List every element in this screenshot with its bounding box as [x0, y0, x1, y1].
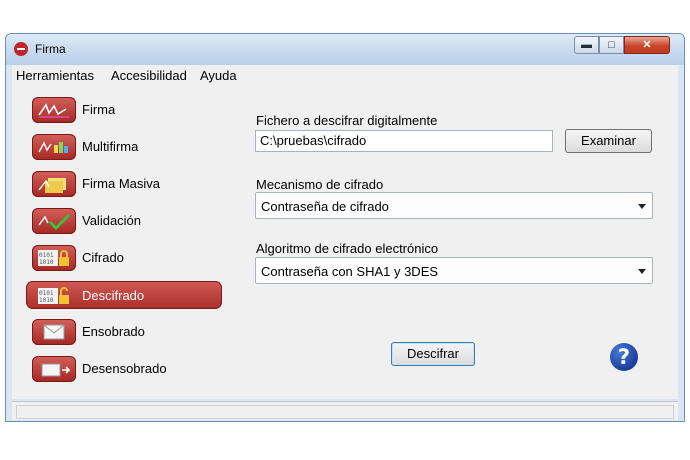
nav-label: Cifrado [82, 250, 124, 265]
nav-item-cifrado[interactable]: 0101 1010 Cifrado [24, 243, 220, 273]
envelope-icon [32, 319, 76, 345]
nav-item-firma-masiva[interactable]: Firma Masiva [24, 169, 220, 199]
close-icon: ✕ [642, 39, 652, 51]
menu-accesibilidad[interactable]: Accesibilidad [111, 68, 187, 83]
mechanism-select[interactable]: Contraseña de cifrado [255, 192, 653, 219]
multisign-icon [32, 134, 76, 160]
open-envelope-icon [32, 356, 76, 382]
signature-icon [32, 97, 76, 123]
svg-text:1010: 1010 [39, 297, 54, 304]
help-icon[interactable]: ? [610, 343, 638, 371]
nav-label: Firma Masiva [82, 176, 161, 191]
minimize-button[interactable]: ▬ [574, 36, 599, 54]
algorithm-select-value: Contraseña con SHA1 y 3DES [261, 264, 439, 279]
minimize-icon: ▬ [581, 39, 592, 51]
chevron-down-icon [638, 204, 646, 209]
status-bar [12, 401, 678, 420]
check-icon [32, 208, 76, 234]
svg-text:0101: 0101 [39, 290, 54, 297]
nav-label: Desensobrado [82, 361, 167, 376]
svg-text:1010: 1010 [39, 259, 54, 266]
window-title: Firma [35, 42, 66, 56]
nav-item-desensobrado[interactable]: Desensobrado [24, 354, 220, 384]
decrypt-button[interactable]: Descifrar [391, 342, 475, 366]
unlock-binary-icon: 0101 1010 [32, 283, 76, 309]
title-bar[interactable]: Firma ▬ □ ✕ [6, 34, 684, 65]
svg-text:0101: 0101 [39, 252, 54, 259]
app-logo-icon [14, 42, 28, 56]
nav-item-ensobrado[interactable]: Ensobrado [24, 317, 220, 347]
nav-label: Validación [82, 213, 142, 228]
algorithm-select[interactable]: Contraseña con SHA1 y 3DES [255, 257, 653, 284]
mechanism-select-value: Contraseña de cifrado [261, 199, 389, 214]
file-path-input[interactable]: C:\pruebas\cifrado [255, 130, 553, 152]
nav-item-descifrado[interactable]: 0101 1010 Descifrado [24, 281, 222, 311]
nav-item-validacion[interactable]: Validación [24, 206, 220, 236]
mechanism-field-label: Mecanismo de cifrado [256, 177, 384, 192]
nav-label: Ensobrado [82, 324, 145, 339]
nav-label: Descifrado [82, 288, 145, 303]
close-button[interactable]: ✕ [624, 36, 670, 54]
file-field-label: Fichero a descifrar digitalmente [256, 113, 438, 128]
menu-herramientas[interactable]: Herramientas [16, 68, 94, 83]
nav-label: Multifirma [82, 139, 139, 154]
nav-item-firma[interactable]: Firma [24, 95, 220, 125]
menu-bar: Herramientas Accesibilidad Ayuda [12, 65, 678, 87]
app-window: Firma ▬ □ ✕ Herramientas Accesibilidad A… [5, 33, 685, 422]
main-panel: Firma Multifirma Firma Masiva Validación… [12, 86, 678, 399]
maximize-button[interactable]: □ [599, 36, 624, 54]
nav-label: Firma [82, 102, 116, 117]
nav-item-multifirma[interactable]: Multifirma [24, 132, 220, 162]
lock-binary-icon: 0101 1010 [32, 245, 76, 271]
browse-button[interactable]: Examinar [565, 129, 652, 153]
maximize-icon: □ [608, 39, 615, 51]
menu-ayuda[interactable]: Ayuda [200, 68, 237, 83]
chevron-down-icon [638, 269, 646, 274]
status-pane [16, 405, 674, 419]
algorithm-field-label: Algoritmo de cifrado electrónico [256, 241, 439, 256]
mass-sign-icon [32, 171, 76, 197]
